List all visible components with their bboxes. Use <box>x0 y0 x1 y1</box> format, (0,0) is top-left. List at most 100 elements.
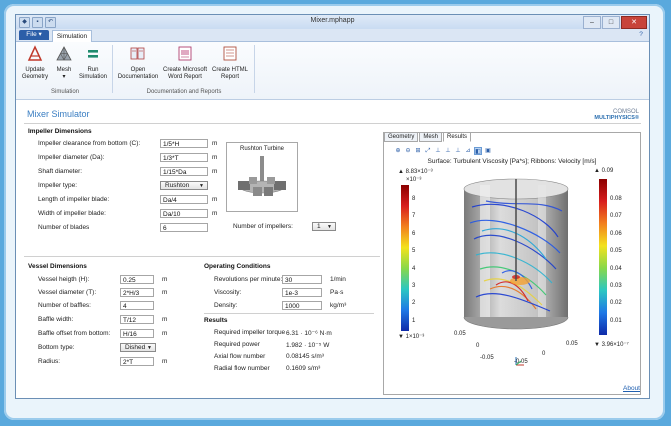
zoom-box-icon[interactable]: ⊞ <box>414 147 422 155</box>
close-icon[interactable]: ✕ <box>621 16 647 29</box>
window-title: Mixer.mphapp <box>310 17 355 24</box>
update-geometry-button[interactable]: Update Geometry <box>20 45 50 81</box>
blade-width-label: Width of impeller blade: <box>38 210 106 217</box>
blade-length-input[interactable]: Da/4 <box>160 195 208 204</box>
rpm-label: Revolutions per minute: <box>214 276 283 283</box>
results-section-header: Results <box>204 317 228 324</box>
num-impellers-label: Number of impellers: <box>233 223 293 230</box>
ribbon-tabs: File ▾ Simulation ? <box>16 29 649 42</box>
view-zx-icon[interactable]: ⊥ <box>454 147 462 155</box>
vessel-diameter-input[interactable]: 2*H/3 <box>120 288 154 297</box>
radial-flow-value: 0.1609 s/m³ <box>286 365 321 372</box>
axis-tick: 0 <box>542 351 546 357</box>
group-label-documentation: Documentation and Reports <box>146 89 222 95</box>
unit-label: m <box>212 154 218 161</box>
torque-value: 6.31 · 10⁻⁶ N·m <box>286 330 332 337</box>
minimize-icon[interactable]: – <box>583 16 601 29</box>
power-value: 1.982 · 10⁻⁵ W <box>286 342 330 349</box>
view-xy-icon[interactable]: ⊥ <box>434 147 442 155</box>
transparency-icon[interactable]: ◧ <box>474 147 482 155</box>
title-bar: ◆ ▪ ↶ Mixer.mphapp – □ ✕ <box>16 15 649 29</box>
dropdown-arrow-icon: ▼ <box>199 183 204 189</box>
open-documentation-button[interactable]: Open Documentation <box>116 45 160 81</box>
radial-flow-label: Radial flow number <box>214 365 270 372</box>
left-legend-ticks: 8 7 6 5 4 3 2 1 <box>412 196 416 324</box>
impeller-type-select[interactable]: Rushton ▼ <box>160 181 208 190</box>
left-legend-max: ▲ 8.83×10⁻³ <box>398 169 433 175</box>
default-view-icon[interactable]: ⊿ <box>464 147 472 155</box>
rpm-input[interactable]: 30 <box>282 275 322 284</box>
tab-results[interactable]: Results <box>443 132 472 142</box>
num-blades-input[interactable]: 6 <box>160 223 208 232</box>
group-label-simulation: Simulation <box>50 89 79 95</box>
tab-mesh[interactable]: Mesh <box>419 132 443 142</box>
unit-label: m <box>162 276 168 283</box>
baffle-offset-input[interactable]: H/16 <box>120 329 154 338</box>
impeller-diameter-input[interactable]: 1/3*T <box>160 153 208 162</box>
radius-input[interactable]: 2*T <box>120 357 154 366</box>
unit-label: m <box>162 358 168 365</box>
shaft-diameter-label: Shaft diameter: <box>38 168 83 175</box>
ribbon: Update Geometry Mesh ▾ Run Simulation Si… <box>16 42 649 100</box>
unit-label: m <box>162 330 168 337</box>
tab-geometry[interactable]: Geometry <box>384 132 419 142</box>
right-legend-max: ▲ 0.09 <box>594 168 614 174</box>
view-yz-icon[interactable]: ⊥ <box>444 147 452 155</box>
create-html-report-button[interactable]: Create HTML Report <box>210 45 250 81</box>
unit-label: m <box>162 316 168 323</box>
density-input[interactable]: 1000 <box>282 301 322 310</box>
vessel-height-label: Vessel heigth (H): <box>38 276 90 283</box>
unit-label: m <box>212 196 218 203</box>
geometry-icon <box>27 45 43 61</box>
documentation-icon <box>130 47 145 60</box>
impeller-clearance-input[interactable]: 1/5*H <box>160 139 208 148</box>
bottom-type-select[interactable]: Dished ▼ <box>120 343 156 352</box>
zoom-extents-icon[interactable]: ⤢ <box>424 147 432 155</box>
num-impellers-select[interactable]: 1 ▼ <box>312 222 336 231</box>
graphics-panel: Geometry Mesh Results ⊕ ⊖ ⊞ ⤢ ⊥ ⊥ ⊥ ⊿ ◧ … <box>383 132 641 395</box>
vessel-diameter-label: Vessel diameter (T): <box>38 289 97 296</box>
about-link[interactable]: About <box>623 385 640 392</box>
unit-label: m <box>212 168 218 175</box>
num-baffles-input[interactable]: 4 <box>120 301 154 310</box>
word-report-icon <box>178 46 192 61</box>
baffle-width-label: Baffle width: <box>38 316 74 323</box>
zoom-in-icon[interactable]: ⊕ <box>394 147 402 155</box>
vessel-height-input[interactable]: 0.25 <box>120 275 154 284</box>
num-baffles-label: Number of baffles: <box>38 302 91 309</box>
tab-simulation[interactable]: Simulation <box>52 30 92 42</box>
axis-tick: 0.05 <box>454 331 466 337</box>
blade-width-input[interactable]: Da/10 <box>160 209 208 218</box>
graphics-toolbar: ⊕ ⊖ ⊞ ⤢ ⊥ ⊥ ⊥ ⊿ ◧ ▣ <box>394 147 492 155</box>
run-simulation-button[interactable]: Run Simulation <box>78 45 108 81</box>
mixer-3d-plot <box>463 178 569 330</box>
left-legend-exponent: ×10⁻³ <box>406 177 422 183</box>
file-tab[interactable]: File ▾ <box>19 30 49 40</box>
power-label: Required power <box>214 341 260 348</box>
viscosity-input[interactable]: 1e-3 <box>282 288 322 297</box>
window-controls: – □ ✕ <box>582 16 647 29</box>
maximize-icon[interactable]: □ <box>602 16 620 29</box>
group-divider <box>112 45 113 93</box>
application-window: ◆ ▪ ↶ Mixer.mphapp – □ ✕ File ▾ Simulati… <box>15 14 650 399</box>
zoom-out-icon[interactable]: ⊖ <box>404 147 412 155</box>
shaft-diameter-input[interactable]: 1/15*Da <box>160 167 208 176</box>
graphics-tabs: Geometry Mesh Results <box>384 132 472 142</box>
operating-section-header: Operating Conditions <box>204 263 271 270</box>
axial-flow-label: Axial flow number <box>214 353 266 360</box>
baffle-width-input[interactable]: T/12 <box>120 315 154 324</box>
help-icon[interactable]: ? <box>637 31 645 39</box>
image-snapshot-icon[interactable]: ▣ <box>484 147 492 155</box>
app-content: Mixer Simulator COMSOL MULTIPHYSICS® Imp… <box>16 100 649 398</box>
unit-label: 1/min <box>330 276 346 283</box>
unit-label: kg/m³ <box>330 302 347 309</box>
create-word-report-button[interactable]: Create Microsoft Word Report <box>162 45 208 81</box>
left-legend-min: ▼ 1×10⁻³ <box>398 334 425 340</box>
torque-label: Required impeller torque <box>214 329 286 336</box>
page-title: Mixer Simulator <box>27 109 90 119</box>
mesh-button[interactable]: Mesh ▾ <box>52 45 76 81</box>
viscosity-label: Viscosity: <box>214 289 242 296</box>
left-color-bar <box>401 185 409 331</box>
dropdown-arrow-icon: ▼ <box>147 345 152 351</box>
dropdown-arrow-icon: ▼ <box>327 224 332 230</box>
